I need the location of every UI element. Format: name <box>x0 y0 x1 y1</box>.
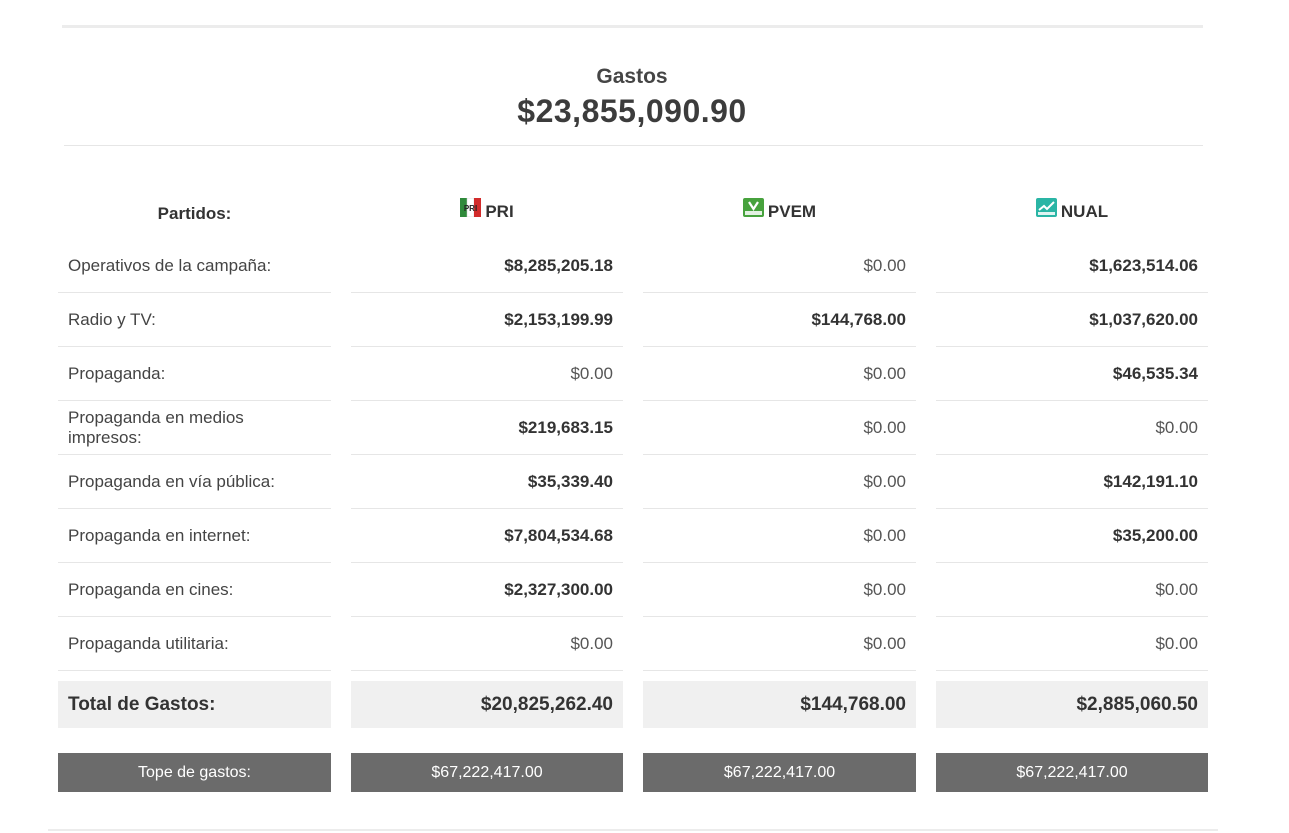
row-value-pri: $0.00 <box>351 617 623 671</box>
header-party-pvem: PVEM <box>643 184 916 239</box>
party-name-pvem: PVEM <box>767 201 817 221</box>
expenses-table: Partidos: PRI PRI PVEM NUAL Operativos d… <box>58 184 1208 792</box>
summary-title: Gastos <box>596 65 668 88</box>
party-name-pri: PRI <box>485 201 514 221</box>
row-value-pri: $0.00 <box>351 347 623 401</box>
row-value-pri: $219,683.15 <box>351 401 623 455</box>
expenses-summary: Gastos $23,855,090.90 <box>0 62 1264 130</box>
row-value-pvem: $0.00 <box>643 455 916 509</box>
row-value-nual: $1,623,514.06 <box>936 239 1208 293</box>
row-value-nual: $0.00 <box>936 401 1208 455</box>
row-value-nual: $35,200.00 <box>936 509 1208 563</box>
row-value-nual: $46,535.34 <box>936 347 1208 401</box>
row-value-pri: $2,153,199.99 <box>351 293 623 347</box>
nual-logo-icon <box>1035 198 1057 217</box>
row-value-nual: $0.00 <box>936 563 1208 617</box>
row-value-pri: $35,339.40 <box>351 455 623 509</box>
row-value-pvem: $0.00 <box>643 239 916 293</box>
row-label: Radio y TV: <box>58 293 331 347</box>
row-label: Propaganda: <box>58 347 331 401</box>
expense-cap-label: Tope de gastos: <box>58 753 331 792</box>
row-label: Propaganda utilitaria: <box>58 617 331 671</box>
row-label: Propaganda en medios impresos: <box>58 401 331 455</box>
expense-cap-pvem: $67,222,417.00 <box>643 753 916 792</box>
total-expenses-pri: $20,825,262.40 <box>351 681 623 728</box>
expense-cap-pri: $67,222,417.00 <box>351 753 623 792</box>
row-value-pvem: $0.00 <box>643 617 916 671</box>
header-party-pri: PRI PRI <box>351 184 623 239</box>
expense-cap-nual: $67,222,417.00 <box>936 753 1208 792</box>
row-value-pri: $2,327,300.00 <box>351 563 623 617</box>
row-value-pvem: $0.00 <box>643 509 916 563</box>
row-value-pvem: $0.00 <box>643 347 916 401</box>
summary-total-amount: $23,855,090.90 <box>517 93 747 129</box>
row-value-pvem: $0.00 <box>643 401 916 455</box>
summary-divider <box>64 145 1203 146</box>
row-value-nual: $142,191.10 <box>936 455 1208 509</box>
header-parties-label: Partidos: <box>157 203 232 223</box>
row-value-pri: $7,804,534.68 <box>351 509 623 563</box>
row-value-pvem: $144,768.00 <box>643 293 916 347</box>
row-value-nual: $1,037,620.00 <box>936 293 1208 347</box>
row-label: Propaganda en cines: <box>58 563 331 617</box>
header-party-nual: NUAL <box>936 184 1208 239</box>
pri-logo-icon: PRI <box>460 198 482 217</box>
row-label: Propaganda en vía pública: <box>58 455 331 509</box>
row-label: Propaganda en internet: <box>58 509 331 563</box>
party-name-nual: NUAL <box>1060 201 1109 221</box>
pvem-logo-icon <box>742 198 764 217</box>
svg-text:PRI: PRI <box>464 204 477 213</box>
top-divider <box>62 25 1203 28</box>
total-expenses-pvem: $144,768.00 <box>643 681 916 728</box>
row-value-nual: $0.00 <box>936 617 1208 671</box>
row-label: Operativos de la campaña: <box>58 239 331 293</box>
total-expenses-label: Total de Gastos: <box>58 681 331 728</box>
row-value-pri: $8,285,205.18 <box>351 239 623 293</box>
row-value-pvem: $0.00 <box>643 563 916 617</box>
bottom-divider <box>48 829 1218 831</box>
total-expenses-nual: $2,885,060.50 <box>936 681 1208 728</box>
